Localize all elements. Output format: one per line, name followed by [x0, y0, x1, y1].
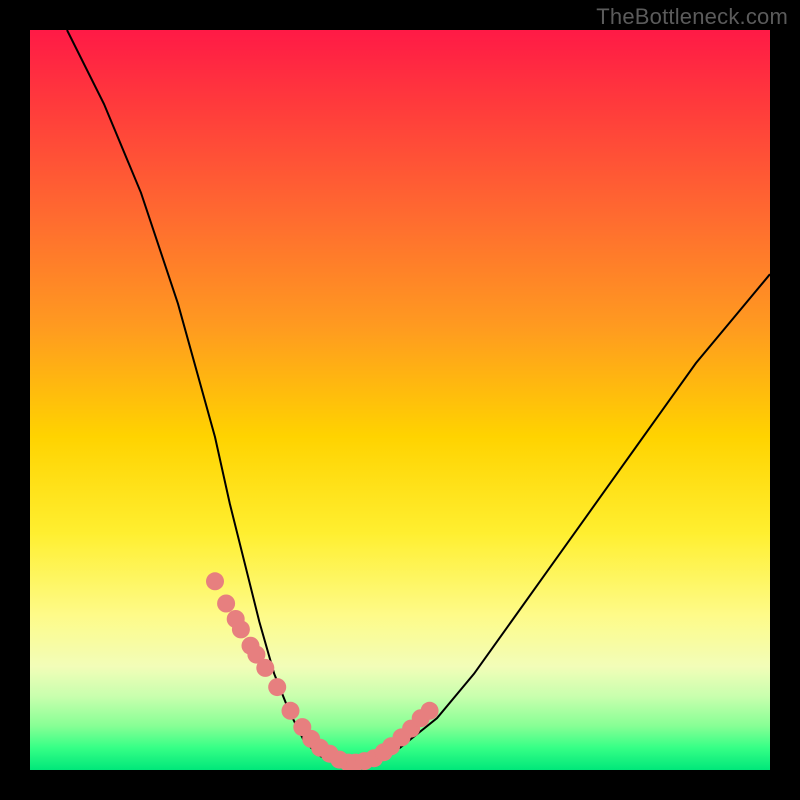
marker-dot [256, 659, 274, 677]
highlighted-points [206, 572, 439, 770]
bottleneck-curve [67, 30, 770, 763]
marker-dot [421, 702, 439, 720]
plot-area [30, 30, 770, 770]
chart-container: TheBottleneck.com [0, 0, 800, 800]
marker-dot [217, 595, 235, 613]
marker-dot [268, 678, 286, 696]
curve-layer [30, 30, 770, 770]
attribution-label: TheBottleneck.com [596, 4, 788, 30]
marker-dot [206, 572, 224, 590]
marker-dot [232, 620, 250, 638]
marker-dot [282, 702, 300, 720]
